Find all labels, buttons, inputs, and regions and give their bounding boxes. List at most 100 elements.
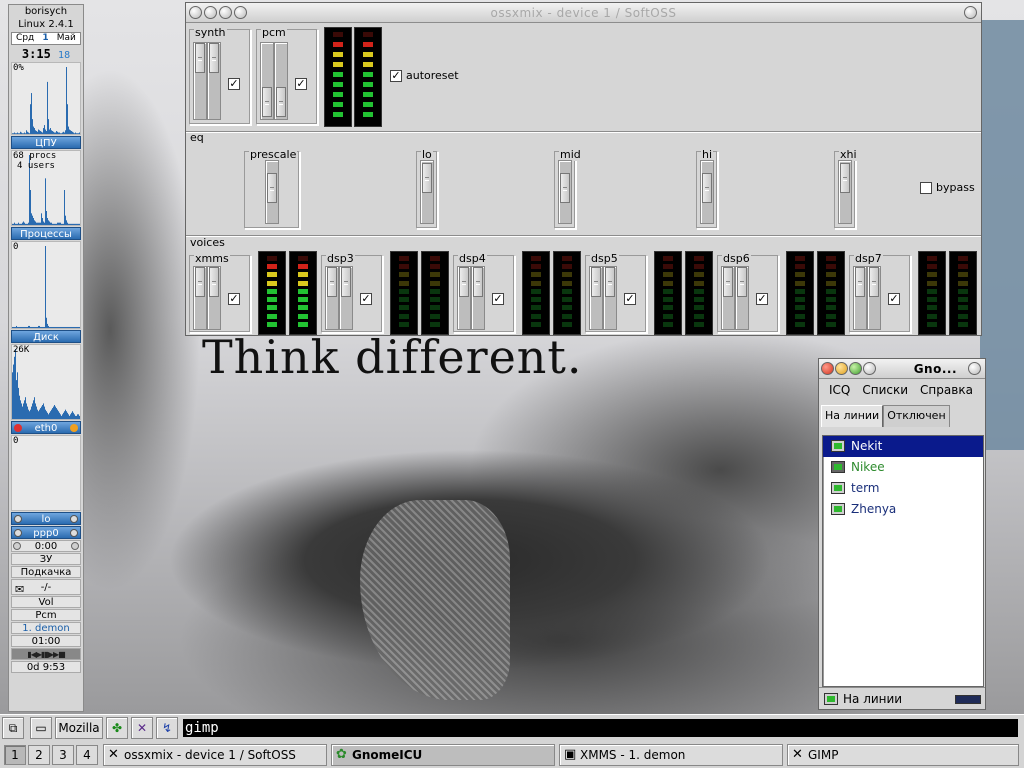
procs-chart[interactable]: 68 procs 4 users: [11, 150, 81, 226]
slider-knob[interactable]: [195, 267, 205, 297]
calendar-date[interactable]: Срд 1 Май: [11, 32, 81, 45]
procs-label[interactable]: Процессы: [11, 227, 81, 240]
menu-icq[interactable]: ICQ: [823, 379, 856, 401]
eq-lo-slider[interactable]: [420, 160, 434, 224]
mem-meter[interactable]: ЗУ: [11, 553, 81, 565]
contact-nikee[interactable]: Nikee: [823, 457, 983, 478]
slider-knob[interactable]: [459, 267, 469, 297]
slider-knob[interactable]: [840, 163, 850, 193]
voice-enable-checkbox[interactable]: ✓: [888, 293, 900, 305]
voice-right-slider[interactable]: [603, 266, 617, 330]
gnomeicu-titlebar[interactable]: Gno...: [819, 359, 985, 379]
ppp-chart[interactable]: 0: [11, 435, 81, 511]
x-icon[interactable]: ✕: [131, 717, 153, 739]
slider-knob[interactable]: [267, 173, 277, 203]
slider-knob[interactable]: [276, 87, 286, 117]
voice-left-slider[interactable]: [457, 266, 471, 330]
pcm-enable-checkbox[interactable]: ✓: [295, 78, 307, 90]
slider-knob[interactable]: [702, 173, 712, 203]
slider-knob[interactable]: [341, 267, 351, 297]
workspace-1[interactable]: 1: [4, 745, 26, 765]
swap-meter[interactable]: Подкачка: [11, 566, 81, 578]
maximize-button[interactable]: [849, 362, 862, 375]
xmms-track[interactable]: 1. demon: [11, 622, 81, 634]
menu-button[interactable]: [968, 362, 981, 375]
ossxmix-titlebar[interactable]: ossxmix - device 1 / SoftOSS: [186, 3, 981, 23]
eq-mid-slider[interactable]: [558, 160, 572, 224]
tab-offline[interactable]: Отключен: [883, 405, 950, 427]
task-xmms[interactable]: ▣ XMMS - 1. demon: [559, 744, 783, 766]
voice-right-slider[interactable]: [867, 266, 881, 330]
slider-knob[interactable]: [605, 267, 615, 297]
voice-enable-checkbox[interactable]: ✓: [228, 293, 240, 305]
slider-knob[interactable]: [737, 267, 747, 297]
contact-zhenya[interactable]: Zhenya: [823, 499, 983, 520]
slider-knob[interactable]: [560, 173, 570, 203]
slider-knob[interactable]: [262, 87, 272, 117]
disk-label[interactable]: Диск: [11, 330, 81, 343]
pcm-control[interactable]: Pcm: [11, 609, 81, 621]
workspace-4[interactable]: 4: [76, 745, 98, 765]
workspace-2[interactable]: 2: [28, 745, 50, 765]
eq-prescale-slider[interactable]: [265, 160, 279, 224]
window-list-icon[interactable]: ⧉: [2, 717, 24, 739]
voice-right-slider[interactable]: [735, 266, 749, 330]
cpu-label[interactable]: ЦПУ: [11, 136, 81, 149]
synth-enable-checkbox[interactable]: ✓: [228, 78, 240, 90]
menu-help[interactable]: Справка: [914, 379, 979, 401]
ppp-timer[interactable]: 0:00: [11, 540, 81, 552]
workspace-3[interactable]: 3: [52, 745, 74, 765]
command-line-input[interactable]: gimp: [183, 719, 1018, 737]
run-icon[interactable]: ↯: [156, 717, 178, 739]
ppp0-label[interactable]: ppp0: [11, 526, 81, 539]
voice-right-slider[interactable]: [339, 266, 353, 330]
voice-right-slider[interactable]: [471, 266, 485, 330]
voice-left-slider[interactable]: [589, 266, 603, 330]
pcm-right-slider[interactable]: [274, 42, 288, 120]
eth0-chart[interactable]: 26K: [11, 344, 81, 420]
slider-knob[interactable]: [723, 267, 733, 297]
voice-left-slider[interactable]: [853, 266, 867, 330]
task-ossxmix[interactable]: ✕ ossxmix - device 1 / SoftOSS: [103, 744, 327, 766]
menu-button[interactable]: [964, 6, 977, 19]
slider-knob[interactable]: [869, 267, 879, 297]
clock[interactable]: 3:15 18: [9, 46, 83, 62]
xmms-controls[interactable]: ▮◀▶▮▮▶▶■: [11, 648, 81, 660]
eq-hi-slider[interactable]: [700, 160, 714, 224]
task-gnomeicu[interactable]: ✿ GnomeICU: [331, 744, 555, 766]
slider-knob[interactable]: [855, 267, 865, 297]
slider-knob[interactable]: [209, 43, 219, 73]
terminal-icon[interactable]: ▭: [30, 717, 52, 739]
task-gimp[interactable]: ✕ GIMP: [787, 744, 1019, 766]
voice-left-slider[interactable]: [325, 266, 339, 330]
slider-knob[interactable]: [195, 43, 205, 73]
slider-knob[interactable]: [473, 267, 483, 297]
vol-control[interactable]: Vol: [11, 596, 81, 608]
mozilla-launcher[interactable]: Mozilla: [55, 717, 103, 739]
tab-online[interactable]: На линии: [821, 405, 884, 427]
shade-button[interactable]: [863, 362, 876, 375]
voice-enable-checkbox[interactable]: ✓: [756, 293, 768, 305]
disk-chart[interactable]: 0: [11, 241, 81, 329]
contact-nekit[interactable]: Nekit: [823, 436, 983, 457]
close-button[interactable]: [821, 362, 834, 375]
eth0-label[interactable]: eth0: [11, 421, 81, 434]
cpu-chart[interactable]: 0%: [11, 62, 81, 135]
mail-check[interactable]: ✉ -/-: [11, 579, 81, 596]
voice-right-slider[interactable]: [207, 266, 221, 330]
slider-knob[interactable]: [209, 267, 219, 297]
voice-left-slider[interactable]: [193, 266, 207, 330]
voice-left-slider[interactable]: [721, 266, 735, 330]
voice-enable-checkbox[interactable]: ✓: [360, 293, 372, 305]
eq-xhi-slider[interactable]: [838, 160, 852, 224]
contact-term[interactable]: term: [823, 478, 983, 499]
synth-right-slider[interactable]: [207, 42, 221, 120]
gnome-foot-icon[interactable]: ✤: [106, 717, 128, 739]
menu-lists[interactable]: Списки: [856, 379, 914, 401]
lo-label[interactable]: lo: [11, 512, 81, 525]
bypass-checkbox[interactable]: [920, 182, 932, 194]
xmms-time[interactable]: 01:00: [11, 635, 81, 647]
status-selector[interactable]: На линии: [819, 687, 985, 709]
pcm-left-slider[interactable]: [260, 42, 274, 120]
slider-knob[interactable]: [591, 267, 601, 297]
